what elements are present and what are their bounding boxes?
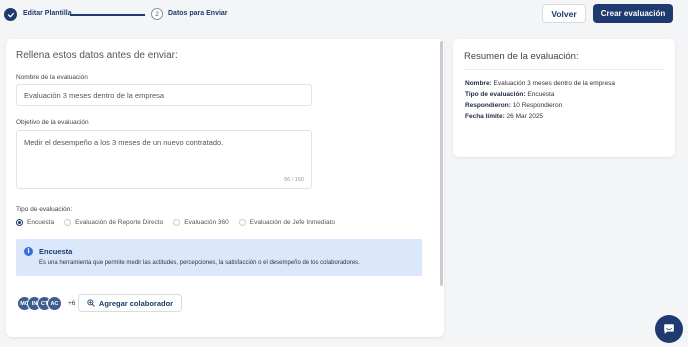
summary-respondents-key: Respondieron: (465, 102, 511, 109)
summary-name-key: Nombre: (465, 80, 492, 87)
evaluation-type-radio-group: Encuesta Evaluación de Reporte Directo E… (16, 219, 345, 226)
form-card: Rellena estos datos antes de enviar: Nom… (6, 39, 444, 337)
evaluation-type-info-box: i Encuesta Es una herramienta que permit… (16, 239, 422, 276)
step-edit-template-label: Editar Plantilla (23, 10, 72, 17)
form-title: Rellena estos datos antes de enviar: (16, 50, 178, 61)
avatar: AC (47, 296, 62, 311)
name-label: Nombre de la evaluación (16, 74, 88, 81)
summary-deadline-row: Fecha límite: 26 Mar 2025 (465, 113, 543, 120)
radio-label: Evaluación de Reporte Directo (75, 219, 164, 226)
radio-label: Evaluación de Jefe Inmediato (249, 219, 336, 226)
info-title: Encuesta (39, 247, 73, 256)
summary-deadline-value: 26 Mar 2025 (506, 113, 544, 120)
evaluation-type-label: Tipo de evaluación: (16, 206, 73, 213)
collaborator-avatars[interactable]: MC IN CT AC +6 (17, 296, 75, 311)
add-collaborator-label: Agregar colaborador (98, 298, 174, 308)
check-icon (4, 8, 17, 21)
summary-type-row: Tipo de evaluación: Encuesta (465, 91, 554, 98)
summary-name-row: Nombre: Evaluación 3 meses dentro de la … (465, 80, 615, 87)
search-add-icon (87, 299, 95, 307)
info-description: Es una herramienta que permite medir las… (39, 260, 360, 266)
radio-unselected-icon (173, 219, 181, 226)
info-icon: i (24, 247, 33, 256)
radio-label: Encuesta (27, 219, 55, 226)
summary-respondents-row: Respondieron: 10 Respondieron (465, 102, 562, 109)
radio-reporte-directo[interactable]: Evaluación de Reporte Directo (64, 219, 163, 226)
stepper-line (70, 14, 145, 16)
summary-deadline-key: Fecha límite: (465, 113, 505, 120)
summary-respondents-value: 10 Respondieron (512, 102, 563, 109)
top-bar: Editar Plantilla 2 Datos para Enviar Vol… (0, 0, 688, 30)
chat-bubble-icon (664, 324, 674, 334)
radio-encuesta[interactable]: Encuesta (16, 219, 54, 226)
add-collaborator-button[interactable]: Agregar colaborador (78, 294, 182, 312)
step-number-badge: 2 (151, 8, 163, 20)
evaluation-name-value: Evaluación 3 meses dentro de la empresa (24, 91, 165, 100)
summary-type-key: Tipo de evaluación: (465, 91, 526, 98)
evaluation-objective-value: Medir el desempeño a los 3 meses de un n… (24, 138, 224, 147)
step-send-data-label: Datos para Enviar (168, 10, 228, 17)
back-button[interactable]: Volver (542, 4, 586, 23)
radio-unselected-icon (238, 219, 246, 226)
radio-unselected-icon (64, 219, 72, 226)
objective-label: Objetivo de la evaluación (16, 119, 89, 126)
evaluation-objective-textarea[interactable]: Medir el desempeño a los 3 meses de un n… (16, 130, 312, 189)
radio-jefe-inmediato[interactable]: Evaluación de Jefe Inmediato (238, 219, 336, 226)
create-evaluation-button[interactable]: Crear evaluación (593, 4, 673, 23)
summary-card: Resumen de la evaluación: Nombre: Evalua… (453, 39, 675, 157)
chat-support-button[interactable] (655, 315, 683, 343)
summary-name-value: Evaluación 3 meses dentro de la empresa (493, 80, 615, 87)
radio-360[interactable]: Evaluación 360 (173, 219, 229, 226)
form-scrollbar[interactable] (440, 41, 443, 286)
summary-title: Resumen de la evaluación: (464, 51, 579, 62)
radio-label: Evaluación 360 (184, 219, 229, 226)
character-counter: 56 / 150 (284, 177, 304, 183)
evaluation-name-input[interactable]: Evaluación 3 meses dentro de la empresa (16, 84, 312, 106)
radio-selected-icon (16, 219, 23, 226)
more-collaborators-count: +6 (68, 300, 76, 307)
summary-divider (464, 69, 664, 70)
summary-type-value: Encuesta (527, 91, 555, 98)
